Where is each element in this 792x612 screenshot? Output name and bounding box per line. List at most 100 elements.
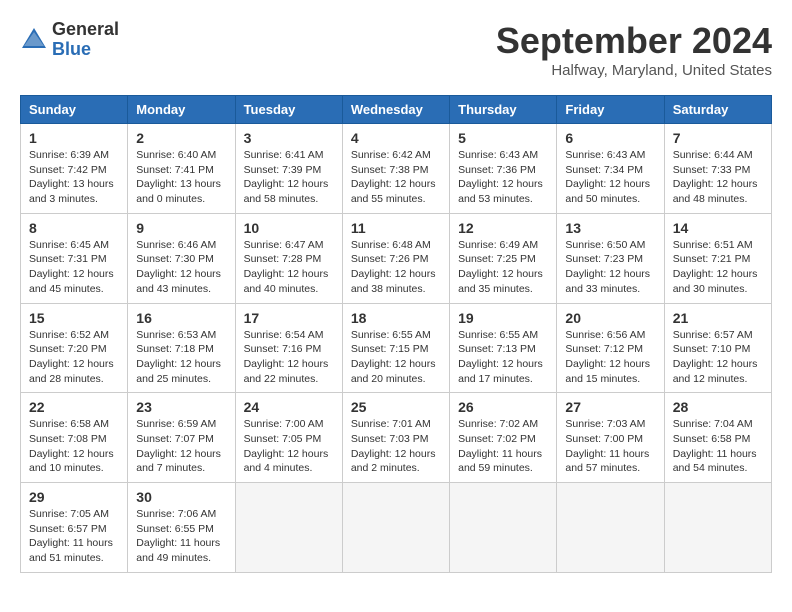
calendar-cell: 24 Sunrise: 7:00 AM Sunset: 7:05 PM Dayli… bbox=[235, 393, 342, 483]
weekday-header-wednesday: Wednesday bbox=[342, 96, 449, 124]
day-number: 27 bbox=[565, 399, 655, 415]
day-number: 8 bbox=[29, 220, 119, 236]
calendar-cell: 22Sunrise: 6:58 AM Sunset: 7:08 PM Dayli… bbox=[21, 393, 128, 483]
day-info: Sunrise: 7:05 AM Sunset: 6:57 PM Dayligh… bbox=[29, 507, 119, 566]
logo-general-text: General bbox=[52, 20, 119, 40]
day-number: 6 bbox=[565, 130, 655, 146]
calendar-cell: 15Sunrise: 6:52 AM Sunset: 7:20 PM Dayli… bbox=[21, 303, 128, 393]
day-number: 16 bbox=[136, 310, 226, 326]
day-number: 26 bbox=[458, 399, 548, 415]
day-info: Sunrise: 6:41 AM Sunset: 7:39 PM Dayligh… bbox=[244, 148, 334, 207]
calendar-week-row: 8 Sunrise: 6:45 AM Sunset: 7:31 PM Daylig… bbox=[21, 213, 772, 303]
day-number: 7 bbox=[673, 130, 763, 146]
calendar-cell bbox=[342, 483, 449, 573]
calendar-cell: 30 Sunrise: 7:06 AM Sunset: 6:55 PM Dayli… bbox=[128, 483, 235, 573]
calendar-cell: 14 Sunrise: 6:51 AM Sunset: 7:21 PM Dayli… bbox=[664, 213, 771, 303]
calendar-cell: 16 Sunrise: 6:53 AM Sunset: 7:18 PM Dayli… bbox=[128, 303, 235, 393]
calendar-cell: 4Sunrise: 6:42 AM Sunset: 7:38 PM Daylig… bbox=[342, 124, 449, 214]
day-number: 11 bbox=[351, 220, 441, 236]
calendar-cell: 23 Sunrise: 6:59 AM Sunset: 7:07 PM Dayli… bbox=[128, 393, 235, 483]
calendar-cell: 8 Sunrise: 6:45 AM Sunset: 7:31 PM Daylig… bbox=[21, 213, 128, 303]
calendar-cell: 19Sunrise: 6:55 AM Sunset: 7:13 PM Dayli… bbox=[450, 303, 557, 393]
calendar-cell: 27 Sunrise: 7:03 AM Sunset: 7:00 PM Dayli… bbox=[557, 393, 664, 483]
weekday-header-tuesday: Tuesday bbox=[235, 96, 342, 124]
day-number: 30 bbox=[136, 489, 226, 505]
day-number: 14 bbox=[673, 220, 763, 236]
day-number: 15 bbox=[29, 310, 119, 326]
day-info: Sunrise: 6:45 AM Sunset: 7:31 PM Dayligh… bbox=[29, 238, 119, 297]
month-title: September 2024 bbox=[496, 20, 772, 62]
calendar-cell: 6Sunrise: 6:43 AM Sunset: 7:34 PM Daylig… bbox=[557, 124, 664, 214]
calendar-cell bbox=[557, 483, 664, 573]
day-number: 2 bbox=[136, 130, 226, 146]
day-number: 10 bbox=[244, 220, 334, 236]
day-number: 4 bbox=[351, 130, 441, 146]
calendar-cell bbox=[450, 483, 557, 573]
day-info: Sunrise: 6:56 AM Sunset: 7:12 PM Dayligh… bbox=[565, 328, 655, 387]
calendar-cell: 10 Sunrise: 6:47 AM Sunset: 7:28 PM Dayli… bbox=[235, 213, 342, 303]
calendar-cell: 11 Sunrise: 6:48 AM Sunset: 7:26 PM Dayli… bbox=[342, 213, 449, 303]
weekday-header-sunday: Sunday bbox=[21, 96, 128, 124]
weekday-header-monday: Monday bbox=[128, 96, 235, 124]
calendar-cell: 17Sunrise: 6:54 AM Sunset: 7:16 PM Dayli… bbox=[235, 303, 342, 393]
day-info: Sunrise: 6:49 AM Sunset: 7:25 PM Dayligh… bbox=[458, 238, 548, 297]
day-number: 3 bbox=[244, 130, 334, 146]
day-number: 23 bbox=[136, 399, 226, 415]
calendar-table: SundayMondayTuesdayWednesdayThursdayFrid… bbox=[20, 95, 772, 573]
day-info: Sunrise: 6:47 AM Sunset: 7:28 PM Dayligh… bbox=[244, 238, 334, 297]
location-text: Halfway, Maryland, United States bbox=[496, 62, 772, 79]
calendar-cell: 29 Sunrise: 7:05 AM Sunset: 6:57 PM Dayli… bbox=[21, 483, 128, 573]
day-info: Sunrise: 7:04 AM Sunset: 6:58 PM Dayligh… bbox=[673, 417, 763, 476]
day-number: 18 bbox=[351, 310, 441, 326]
day-info: Sunrise: 6:48 AM Sunset: 7:26 PM Dayligh… bbox=[351, 238, 441, 297]
day-info: Sunrise: 6:55 AM Sunset: 7:15 PM Dayligh… bbox=[351, 328, 441, 387]
day-info: Sunrise: 7:06 AM Sunset: 6:55 PM Dayligh… bbox=[136, 507, 226, 566]
day-number: 1 bbox=[29, 130, 119, 146]
calendar-week-row: 22Sunrise: 6:58 AM Sunset: 7:08 PM Dayli… bbox=[21, 393, 772, 483]
day-number: 29 bbox=[29, 489, 119, 505]
calendar-cell: 26Sunrise: 7:02 AM Sunset: 7:02 PM Dayli… bbox=[450, 393, 557, 483]
calendar-cell: 20 Sunrise: 6:56 AM Sunset: 7:12 PM Dayli… bbox=[557, 303, 664, 393]
day-info: Sunrise: 6:43 AM Sunset: 7:36 PM Dayligh… bbox=[458, 148, 548, 207]
title-area: September 2024 Halfway, Maryland, United… bbox=[496, 20, 772, 79]
calendar-cell bbox=[664, 483, 771, 573]
day-info: Sunrise: 7:01 AM Sunset: 7:03 PM Dayligh… bbox=[351, 417, 441, 476]
logo-icon bbox=[20, 26, 48, 54]
weekday-header-thursday: Thursday bbox=[450, 96, 557, 124]
calendar-week-row: 29 Sunrise: 7:05 AM Sunset: 6:57 PM Dayli… bbox=[21, 483, 772, 573]
calendar-cell: 28Sunrise: 7:04 AM Sunset: 6:58 PM Dayli… bbox=[664, 393, 771, 483]
day-info: Sunrise: 6:39 AM Sunset: 7:42 PM Dayligh… bbox=[29, 148, 119, 207]
weekday-header-saturday: Saturday bbox=[664, 96, 771, 124]
day-info: Sunrise: 6:46 AM Sunset: 7:30 PM Dayligh… bbox=[136, 238, 226, 297]
day-info: Sunrise: 6:50 AM Sunset: 7:23 PM Dayligh… bbox=[565, 238, 655, 297]
logo: General Blue bbox=[20, 20, 119, 60]
day-number: 21 bbox=[673, 310, 763, 326]
day-info: Sunrise: 7:00 AM Sunset: 7:05 PM Dayligh… bbox=[244, 417, 334, 476]
day-info: Sunrise: 6:51 AM Sunset: 7:21 PM Dayligh… bbox=[673, 238, 763, 297]
logo-blue-text: Blue bbox=[52, 40, 119, 60]
calendar-cell: 21 Sunrise: 6:57 AM Sunset: 7:10 PM Dayli… bbox=[664, 303, 771, 393]
calendar-cell: 5 Sunrise: 6:43 AM Sunset: 7:36 PM Daylig… bbox=[450, 124, 557, 214]
calendar-week-row: 15Sunrise: 6:52 AM Sunset: 7:20 PM Dayli… bbox=[21, 303, 772, 393]
day-info: Sunrise: 7:03 AM Sunset: 7:00 PM Dayligh… bbox=[565, 417, 655, 476]
day-info: Sunrise: 6:59 AM Sunset: 7:07 PM Dayligh… bbox=[136, 417, 226, 476]
day-number: 9 bbox=[136, 220, 226, 236]
calendar-week-row: 1 Sunrise: 6:39 AM Sunset: 7:42 PM Daylig… bbox=[21, 124, 772, 214]
calendar-cell: 12 Sunrise: 6:49 AM Sunset: 7:25 PM Dayli… bbox=[450, 213, 557, 303]
day-number: 12 bbox=[458, 220, 548, 236]
calendar-cell: 3 Sunrise: 6:41 AM Sunset: 7:39 PM Daylig… bbox=[235, 124, 342, 214]
day-number: 13 bbox=[565, 220, 655, 236]
day-number: 24 bbox=[244, 399, 334, 415]
day-info: Sunrise: 6:40 AM Sunset: 7:41 PM Dayligh… bbox=[136, 148, 226, 207]
calendar-cell: 7Sunrise: 6:44 AM Sunset: 7:33 PM Daylig… bbox=[664, 124, 771, 214]
day-number: 5 bbox=[458, 130, 548, 146]
weekday-header-row: SundayMondayTuesdayWednesdayThursdayFrid… bbox=[21, 96, 772, 124]
day-info: Sunrise: 6:57 AM Sunset: 7:10 PM Dayligh… bbox=[673, 328, 763, 387]
day-number: 20 bbox=[565, 310, 655, 326]
calendar-cell: 13 Sunrise: 6:50 AM Sunset: 7:23 PM Dayli… bbox=[557, 213, 664, 303]
weekday-header-friday: Friday bbox=[557, 96, 664, 124]
calendar-cell: 25Sunrise: 7:01 AM Sunset: 7:03 PM Dayli… bbox=[342, 393, 449, 483]
day-info: Sunrise: 6:53 AM Sunset: 7:18 PM Dayligh… bbox=[136, 328, 226, 387]
day-number: 17 bbox=[244, 310, 334, 326]
calendar-cell: 9 Sunrise: 6:46 AM Sunset: 7:30 PM Daylig… bbox=[128, 213, 235, 303]
